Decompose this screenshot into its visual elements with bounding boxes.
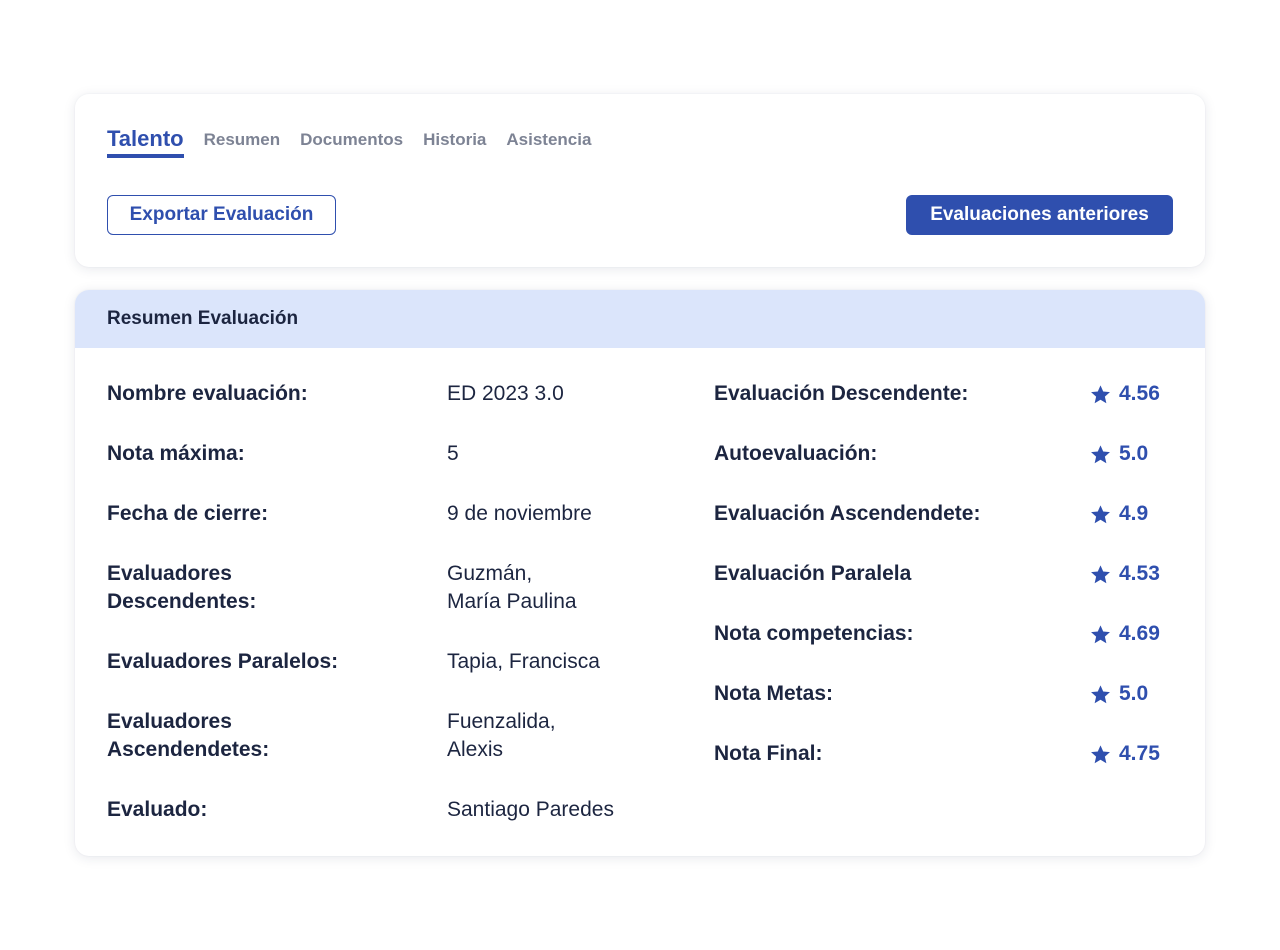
score-label: Evaluación Descendente:	[714, 382, 969, 405]
score-value: 4.56	[1090, 380, 1160, 408]
star-icon	[1091, 384, 1110, 403]
score-value: 5.0	[1090, 440, 1148, 468]
star-icon	[1091, 444, 1110, 463]
star-icon	[1091, 684, 1110, 703]
score-value: 4.9	[1090, 500, 1148, 528]
score-value: 4.75	[1090, 740, 1160, 768]
score-number: 4.53	[1119, 562, 1160, 585]
score-number: 5.0	[1119, 442, 1149, 465]
tab-talento[interactable]: Talento	[107, 126, 184, 158]
score-number: 4.56	[1119, 382, 1160, 405]
tab-documentos[interactable]: Documentos	[300, 130, 403, 158]
star-icon	[1091, 564, 1110, 583]
previous-evaluations-button[interactable]: Evaluaciones anteriores	[906, 195, 1173, 235]
star-icon	[1091, 624, 1110, 643]
detail-value: 9 de noviembre	[447, 502, 592, 525]
star-icon	[1091, 744, 1110, 763]
detail-value: Fuenzalida, Alexis	[447, 710, 556, 761]
detail-label: Evaluadores Ascendendetes:	[107, 710, 270, 761]
evaluation-summary-card: Resumen Evaluación Nombre evaluación: ED…	[75, 290, 1205, 856]
profile-tabs-card: Talento Resumen Documentos Historia Asis…	[75, 94, 1205, 267]
score-number: 5.0	[1119, 682, 1149, 705]
detail-label: Nombre evaluación:	[107, 382, 308, 405]
detail-label: Fecha de cierre:	[107, 502, 269, 525]
score-number: 4.75	[1119, 742, 1160, 765]
detail-label: Evaluado:	[107, 798, 208, 821]
tab-asistencia[interactable]: Asistencia	[506, 130, 591, 158]
score-label: Evaluación Paralela	[714, 562, 912, 585]
detail-label: Evaluadores Descendentes:	[107, 562, 257, 613]
score-number: 4.69	[1119, 622, 1160, 645]
score-value: 4.53	[1090, 560, 1160, 588]
score-label: Nota Final:	[714, 742, 823, 765]
score-value: 4.69	[1090, 620, 1160, 648]
detail-value: Tapia, Francisca	[447, 650, 600, 673]
star-icon	[1091, 504, 1110, 523]
score-label: Nota competencias:	[714, 622, 914, 645]
tab-bar: Talento Resumen Documentos Historia Asis…	[107, 126, 611, 158]
export-evaluation-button[interactable]: Exportar Evaluación	[107, 195, 336, 235]
score-label: Autoevaluación:	[714, 442, 878, 465]
detail-label: Nota máxima:	[107, 442, 245, 465]
detail-value: ED 2023 3.0	[447, 382, 564, 405]
score-label: Nota Metas:	[714, 682, 834, 705]
section-title: Resumen Evaluación	[75, 290, 1205, 348]
score-number: 4.9	[1119, 502, 1149, 525]
tab-historia[interactable]: Historia	[423, 130, 486, 158]
tab-resumen[interactable]: Resumen	[204, 130, 281, 158]
detail-value: Santiago Paredes	[447, 798, 614, 821]
detail-value: Guzmán, María Paulina	[447, 562, 577, 613]
detail-label: Evaluadores Paralelos:	[107, 650, 339, 673]
detail-value: 5	[447, 442, 459, 465]
score-label: Evaluación Ascendendete:	[714, 502, 981, 525]
score-value: 5.0	[1090, 680, 1148, 708]
